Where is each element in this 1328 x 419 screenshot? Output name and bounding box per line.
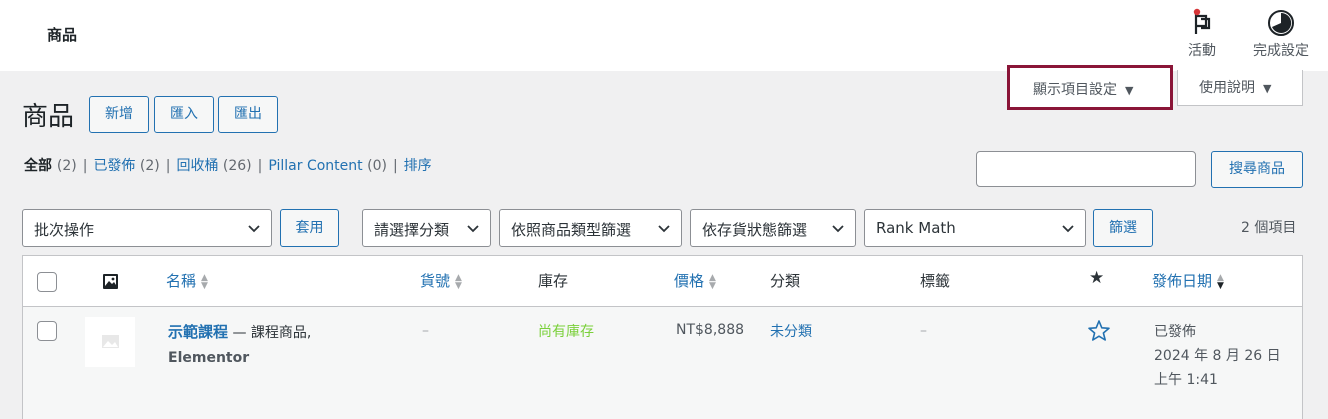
select-all-checkbox[interactable]	[37, 272, 57, 292]
view-all[interactable]: 全部 (2)	[24, 158, 77, 174]
view-published[interactable]: 已發佈 (2)	[93, 158, 159, 174]
caret-down-icon: ▼	[1125, 84, 1134, 97]
notification-dot	[1193, 8, 1201, 16]
add-new-button[interactable]: 新增	[89, 96, 149, 133]
export-button[interactable]: 匯出	[218, 96, 278, 133]
publish-status: 已發佈	[1154, 324, 1196, 340]
row-checkbox[interactable]	[37, 321, 57, 341]
category-select[interactable]: 請選擇分類	[362, 209, 491, 247]
flag-icon	[1193, 8, 1211, 34]
screen-options-button[interactable]: 顯示項目設定 ▼	[1007, 65, 1173, 110]
publish-date: 2024 年 8 月 26 日	[1154, 348, 1281, 364]
product-name-cell: 示範課程 — 課程商品, Elementor	[168, 320, 311, 371]
sku-value: –	[422, 323, 429, 339]
sort-icon: ▲ ▼	[709, 272, 716, 291]
sort-icon: ▲ ▼	[455, 272, 462, 291]
import-button[interactable]: 匯入	[154, 96, 214, 133]
chevron-down-icon	[467, 225, 479, 233]
chevron-down-icon	[248, 225, 260, 233]
page-label: 商品	[47, 26, 78, 44]
products-table: 名稱 ▲ ▼ 貨號 ▲ ▼ 庫存 價格 ▲ ▼ 分類 標籤 ★ 發佈日期 ▲ ▼ 示範課程 — …	[22, 255, 1303, 419]
progress-circle-icon	[1268, 10, 1294, 36]
screen-options-label: 顯示項目設定	[1033, 82, 1117, 98]
column-stock: 庫存	[538, 272, 569, 290]
placeholder-image-icon	[102, 335, 119, 348]
caret-down-icon: ▼	[1263, 82, 1272, 95]
featured-toggle-star-icon[interactable]	[1087, 319, 1111, 343]
product-type-text: — 課程商品,	[228, 325, 312, 341]
tags-value: –	[920, 323, 927, 339]
price-value: NT$8,888	[676, 322, 745, 338]
view-pillar-content[interactable]: Pillar Content (0)	[268, 158, 387, 174]
product-type-select[interactable]: 依照商品類型篩選	[499, 209, 682, 247]
column-date[interactable]: 發佈日期 ▲ ▼	[1152, 270, 1224, 291]
product-thumbnail[interactable]	[85, 317, 135, 367]
table-header: 名稱 ▲ ▼ 貨號 ▲ ▼ 庫存 價格 ▲ ▼ 分類 標籤 ★ 發佈日期 ▲ ▼	[23, 256, 1302, 307]
table-row: 示範課程 — 課程商品, Elementor – 尚有庫存 NT$8,888 未…	[23, 307, 1302, 419]
date-cell: 已發佈 2024 年 8 月 26 日 上午 1:41	[1154, 320, 1281, 392]
publish-time: 上午 1:41	[1154, 372, 1218, 388]
column-tags: 標籤	[920, 272, 951, 290]
setup-button[interactable]: 完成設定	[1244, 8, 1318, 60]
search-products-button[interactable]: 搜尋商品	[1211, 151, 1303, 188]
help-label: 使用說明	[1199, 80, 1255, 96]
product-name-link[interactable]: 示範課程	[168, 323, 228, 341]
column-name[interactable]: 名稱 ▲ ▼	[166, 270, 208, 291]
column-price[interactable]: 價格 ▲ ▼	[674, 270, 716, 291]
apply-button[interactable]: 套用	[280, 209, 339, 247]
chevron-down-icon	[1062, 225, 1074, 233]
image-icon	[103, 274, 118, 289]
column-categories: 分類	[770, 272, 801, 290]
chevron-down-icon	[832, 225, 844, 233]
chevron-down-icon	[658, 225, 670, 233]
sort-desc-icon: ▲ ▼	[1217, 272, 1224, 291]
page-title: 商品	[22, 102, 75, 132]
setup-label: 完成設定	[1253, 43, 1309, 59]
filter-button[interactable]: 篩選	[1093, 209, 1153, 247]
top-bar: 商品 活動 完成設定	[0, 0, 1328, 71]
column-sku[interactable]: 貨號 ▲ ▼	[420, 270, 462, 291]
activity-button[interactable]: 活動	[1180, 8, 1224, 60]
status-views: 全部 (2) | 已發佈 (2) | 回收桶 (26) | Pillar Content (…	[24, 158, 432, 174]
stock-status-select[interactable]: 依存貨狀態篩選	[690, 209, 856, 247]
category-link[interactable]: 未分類	[770, 321, 812, 341]
sort-icon: ▲ ▼	[201, 272, 208, 291]
view-sorting[interactable]: 排序	[404, 158, 432, 174]
stock-status-value: 尚有庫存	[538, 324, 594, 340]
item-count: 2 個項目	[1241, 220, 1297, 236]
activity-label: 活動	[1188, 43, 1216, 59]
help-button[interactable]: 使用說明 ▼	[1177, 70, 1303, 106]
rank-math-select[interactable]: Rank Math	[864, 209, 1086, 247]
search-input[interactable]	[976, 151, 1196, 187]
bulk-action-select[interactable]: 批次操作	[22, 209, 272, 247]
product-builder-text: Elementor	[168, 350, 250, 366]
featured-star-icon[interactable]: ★	[1089, 268, 1104, 288]
view-trash[interactable]: 回收桶 (26)	[176, 158, 251, 174]
